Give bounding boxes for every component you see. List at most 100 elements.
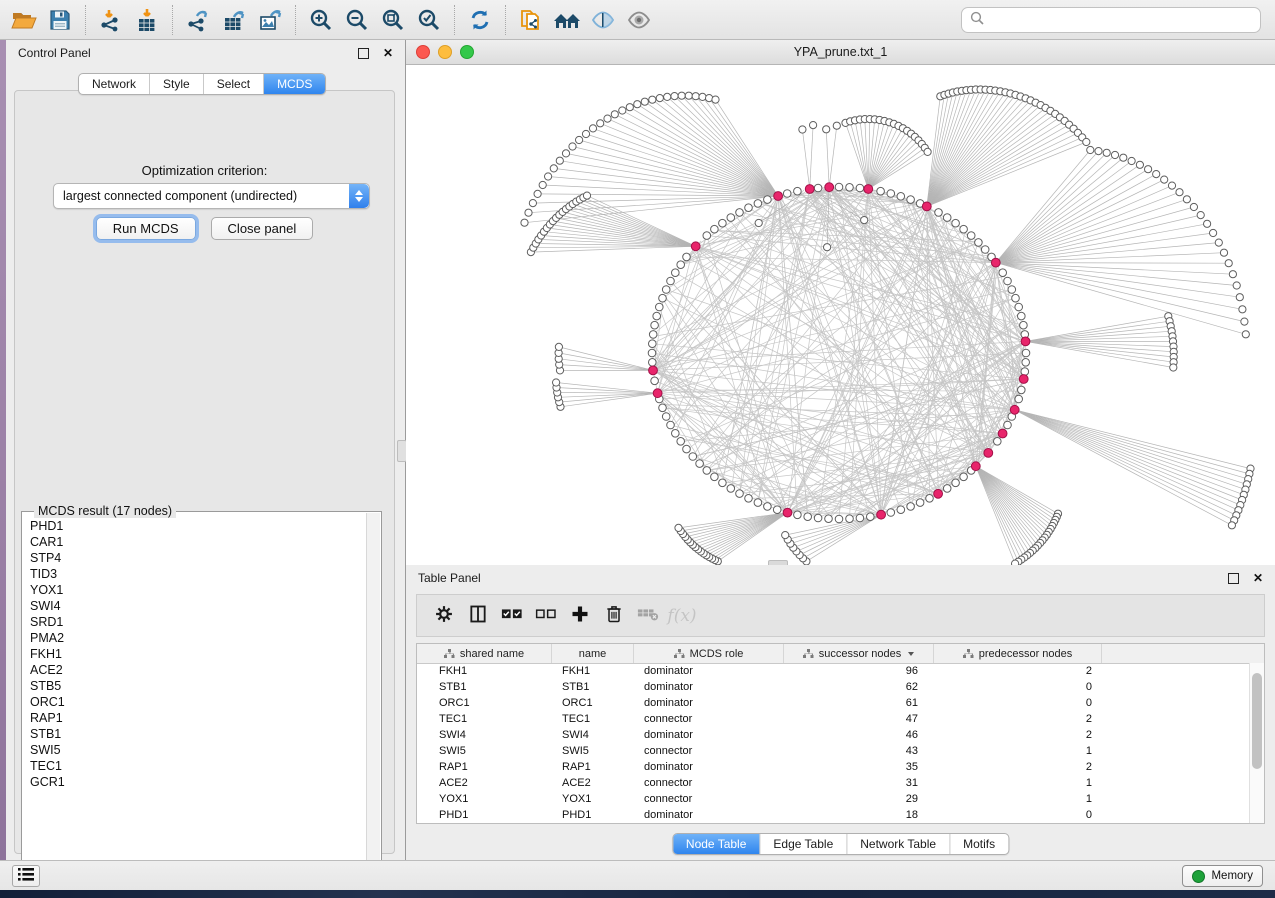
mcds-result-item[interactable]: ACE2 <box>30 662 366 678</box>
new-network-from-selection-button[interactable] <box>513 3 549 37</box>
table-row[interactable]: YOX1YOX1connector291 <box>417 791 1250 807</box>
function-builder-button[interactable]: f(x) <box>665 599 699 633</box>
network-canvas[interactable] <box>406 65 1275 565</box>
tab-network[interactable]: Network <box>79 74 149 94</box>
mcds-result-item[interactable]: GCR1 <box>30 774 366 790</box>
save-session-button[interactable] <box>42 3 78 37</box>
export-table-button[interactable] <box>216 3 252 37</box>
table-cell: 0 <box>934 809 1102 821</box>
deselect-all-button[interactable] <box>529 599 563 633</box>
toolbar-separator <box>172 5 173 35</box>
add-column-button[interactable] <box>563 599 597 633</box>
mcds-result-item[interactable]: YOX1 <box>30 582 366 598</box>
show-columns-button[interactable] <box>461 599 495 633</box>
tab-select[interactable]: Select <box>203 74 263 94</box>
table-cell: 1 <box>934 777 1102 789</box>
criterion-dropdown[interactable]: largest connected component (undirected) <box>53 183 370 209</box>
import-network-button[interactable] <box>93 3 129 37</box>
table-row[interactable]: RAP1RAP1dominator352 <box>417 759 1250 775</box>
scrollbar-thumb[interactable] <box>1252 673 1262 769</box>
column-header[interactable]: successor nodes <box>784 644 934 663</box>
status-bar: Memory <box>0 860 1275 891</box>
network-titlebar[interactable]: YPA_prune.txt_1 <box>406 40 1275 65</box>
mcds-result-item[interactable]: CAR1 <box>30 534 366 550</box>
column-header[interactable]: predecessor nodes <box>934 644 1102 663</box>
zoom-out-icon <box>345 8 369 32</box>
table-row[interactable]: SWI4SWI4dominator462 <box>417 727 1250 743</box>
select-all-button[interactable] <box>495 599 529 633</box>
zoom-selected-button[interactable] <box>411 3 447 37</box>
mcds-result-item[interactable]: STB1 <box>30 726 366 742</box>
mcds-result-item[interactable]: STB5 <box>30 678 366 694</box>
mcds-result-item[interactable]: STP4 <box>30 550 366 566</box>
zoom-in-button[interactable] <box>303 3 339 37</box>
mcds-result-item[interactable]: SWI4 <box>30 598 366 614</box>
tab-edge-table[interactable]: Edge Table <box>759 834 846 854</box>
mcds-result-item[interactable]: FKH1 <box>30 646 366 662</box>
floppy-disk-icon <box>49 9 71 31</box>
column-header[interactable]: shared name <box>417 644 552 663</box>
tab-node-table[interactable]: Node Table <box>673 834 760 854</box>
table-row[interactable]: ACE2ACE2connector311 <box>417 775 1250 791</box>
close-panel-icon[interactable]: ✕ <box>383 47 393 59</box>
hide-style-button[interactable] <box>585 3 621 37</box>
tab-motifs[interactable]: Motifs <box>949 834 1008 854</box>
table-options-button[interactable] <box>427 599 461 633</box>
mcds-result-item[interactable]: SWI5 <box>30 742 366 758</box>
memory-status-icon <box>1192 870 1205 883</box>
checked-boxes-icon <box>501 605 523 626</box>
column-header[interactable]: MCDS role <box>634 644 784 663</box>
table-cell: 2 <box>934 713 1102 725</box>
network-graph[interactable] <box>406 65 1275 565</box>
mcds-result-item[interactable]: RAP1 <box>30 710 366 726</box>
table-row[interactable]: FKH1FKH1dominator962 <box>417 663 1250 679</box>
import-table-button[interactable] <box>129 3 165 37</box>
close-panel-button[interactable]: Close panel <box>211 217 314 240</box>
table-cell: 0 <box>934 681 1102 693</box>
task-history-button[interactable] <box>12 865 40 887</box>
column-label: shared name <box>460 648 524 660</box>
apply-layout-button[interactable] <box>462 3 498 37</box>
tab-style[interactable]: Style <box>149 74 203 94</box>
mcds-result-item[interactable]: PHD1 <box>30 518 366 534</box>
mcds-result-item[interactable]: SRD1 <box>30 614 366 630</box>
memory-button[interactable]: Memory <box>1182 865 1263 887</box>
table-cell: 18 <box>784 809 934 821</box>
column-type-icon <box>444 649 455 659</box>
table-row[interactable]: SWI5SWI5connector431 <box>417 743 1250 759</box>
search-input[interactable] <box>990 12 1252 28</box>
table-tabs: Node Table Edge Table Network Table Moti… <box>672 833 1009 855</box>
search-box[interactable] <box>961 7 1261 33</box>
table-cell: 2 <box>934 761 1102 773</box>
run-mcds-button[interactable]: Run MCDS <box>96 217 196 240</box>
delete-column-button[interactable] <box>597 599 631 633</box>
table-row[interactable]: TEC1TEC1connector472 <box>417 711 1250 727</box>
mcds-result-item[interactable]: ORC1 <box>30 694 366 710</box>
float-window-icon[interactable] <box>1228 573 1239 584</box>
export-network-button[interactable] <box>180 3 216 37</box>
close-panel-icon[interactable]: ✕ <box>1253 572 1263 584</box>
toolbar-separator <box>85 5 86 35</box>
table-row[interactable]: ORC1ORC1dominator610 <box>417 695 1250 711</box>
mcds-result-item[interactable]: PMA2 <box>30 630 366 646</box>
zoom-fit-button[interactable] <box>375 3 411 37</box>
column-header[interactable]: name <box>552 644 634 663</box>
mcds-list-scrollbar[interactable] <box>366 513 380 877</box>
mcds-result-item[interactable]: TID3 <box>30 566 366 582</box>
table-vertical-scrollbar[interactable] <box>1249 663 1264 823</box>
open-session-button[interactable] <box>6 3 42 37</box>
table-row[interactable]: STB1STB1dominator620 <box>417 679 1250 695</box>
mcds-buttons-row: Run MCDS Close panel <box>15 217 394 240</box>
tab-network-table[interactable]: Network Table <box>846 834 949 854</box>
home-button[interactable] <box>549 3 585 37</box>
mcds-result-item[interactable]: TEC1 <box>30 758 366 774</box>
export-image-button[interactable] <box>252 3 288 37</box>
zoom-out-button[interactable] <box>339 3 375 37</box>
node-table[interactable]: shared name nameMCDS rolesuccessor nodesp… <box>416 643 1265 824</box>
tab-mcds[interactable]: MCDS <box>263 74 325 94</box>
show-details-button[interactable] <box>621 3 657 37</box>
float-window-icon[interactable] <box>358 48 369 59</box>
table-row[interactable]: PHD1PHD1dominator180 <box>417 807 1250 823</box>
sort-indicator-icon <box>908 652 914 656</box>
delete-table-button[interactable] <box>631 599 665 633</box>
